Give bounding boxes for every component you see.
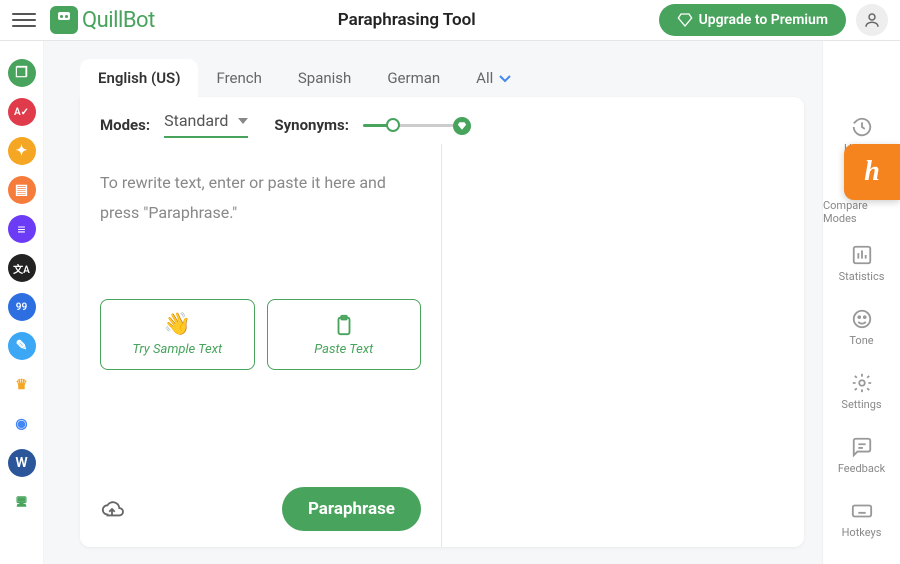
slider-thumb[interactable]: [386, 118, 400, 132]
synonyms-slider[interactable]: [363, 115, 471, 135]
desktop-icon[interactable]: 🖥: [8, 488, 36, 516]
premium-icon[interactable]: ♛: [8, 371, 36, 399]
paraphrase-button[interactable]: Paraphrase: [282, 487, 421, 531]
logo-icon: [50, 6, 78, 34]
summarizer-icon[interactable]: ▤: [8, 176, 36, 204]
flow-icon[interactable]: ✎: [8, 332, 36, 360]
tab-german[interactable]: German: [369, 59, 458, 97]
logo-text: QuillBot: [82, 8, 155, 33]
menu-icon[interactable]: [12, 8, 36, 32]
tab-english-us-[interactable]: English (US): [80, 59, 198, 97]
upgrade-button[interactable]: Upgrade to Premium: [659, 4, 846, 36]
right-item-settings[interactable]: Settings: [823, 359, 900, 423]
synonyms-label: Synonyms:: [274, 116, 349, 134]
tab-spanish[interactable]: Spanish: [280, 59, 369, 97]
honey-badge[interactable]: h: [844, 144, 900, 200]
controls-row: Modes: Standard Synonyms:: [80, 97, 804, 144]
language-tabs: English (US)FrenchSpanishGermanAll: [80, 59, 804, 97]
wave-icon: 👋: [164, 312, 191, 337]
modes-label: Modes:: [100, 116, 150, 134]
person-icon: [863, 11, 881, 29]
app-header: QuillBot Paraphrasing Tool Upgrade to Pr…: [0, 0, 900, 41]
diamond-icon: [677, 12, 693, 28]
right-item-statistics[interactable]: Statistics: [823, 231, 900, 295]
citation-icon[interactable]: ≡: [8, 215, 36, 243]
upload-icon[interactable]: [100, 498, 124, 520]
main-content: English (US)FrenchSpanishGermanAll Modes…: [44, 41, 822, 564]
right-sidebar: HistoryCompare ModesStatisticsToneSettin…: [822, 41, 900, 564]
word-icon[interactable]: W: [8, 449, 36, 477]
mode-select[interactable]: Standard: [164, 111, 248, 138]
tab-french[interactable]: French: [198, 59, 279, 97]
translator-icon[interactable]: 文A: [8, 254, 36, 282]
slider-premium-icon[interactable]: [453, 117, 471, 135]
chrome-icon[interactable]: ◉: [8, 410, 36, 438]
paste-text-button[interactable]: Paste Text: [267, 299, 422, 370]
input-pane[interactable]: To rewrite text, enter or paste it here …: [80, 144, 442, 547]
input-placeholder: To rewrite text, enter or paste it here …: [100, 168, 421, 229]
right-item-hotkeys[interactable]: Hotkeys: [823, 487, 900, 551]
clipboard-icon: [333, 312, 355, 338]
account-button[interactable]: [856, 4, 888, 36]
output-pane: [442, 144, 804, 547]
logo[interactable]: QuillBot: [50, 6, 155, 34]
right-item-tone[interactable]: Tone: [823, 295, 900, 359]
left-sidebar: ❐ A✓ ✦ ▤ ≡ 文A 99 ✎ ♛ ◉ W 🖥: [0, 41, 44, 564]
sample-text-button[interactable]: 👋 Try Sample Text: [100, 299, 255, 370]
right-item-feedback[interactable]: Feedback: [823, 423, 900, 487]
plagiarism-icon[interactable]: 99: [8, 293, 36, 321]
chevron-down-icon: [499, 69, 511, 87]
bottom-row: Paraphrase: [100, 487, 421, 531]
action-cards: 👋 Try Sample Text Paste Text: [100, 299, 421, 370]
page-title: Paraphrasing Tool: [155, 10, 659, 30]
dropdown-icon: [238, 118, 248, 124]
tab-all[interactable]: All: [458, 59, 529, 97]
slider-track: [393, 124, 457, 127]
cowriter-icon[interactable]: ✦: [8, 137, 36, 165]
grammar-icon[interactable]: A✓: [8, 98, 36, 126]
paraphraser-icon[interactable]: ❐: [8, 59, 36, 87]
editor-panes: To rewrite text, enter or paste it here …: [80, 144, 804, 547]
editor-card: Modes: Standard Synonyms: To rewri: [80, 97, 804, 547]
mode-value: Standard: [164, 111, 228, 130]
